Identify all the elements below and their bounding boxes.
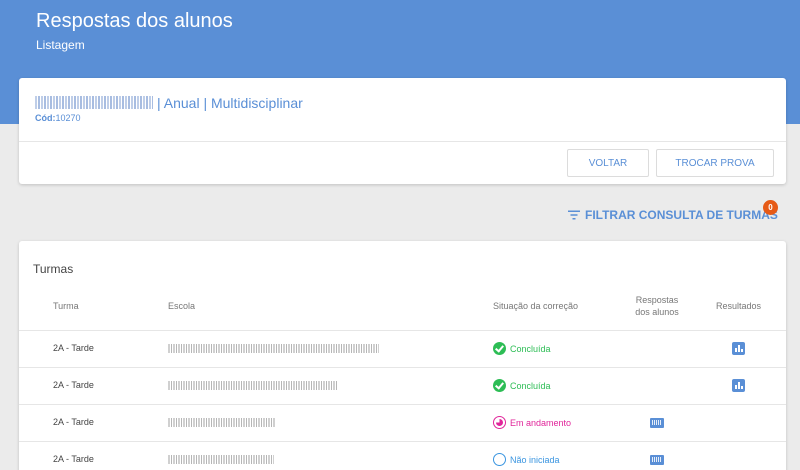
column-header-escola: Escola — [168, 301, 196, 311]
turma-cell: 2A - Tarde — [53, 454, 94, 464]
redacted-exam-title — [35, 96, 153, 109]
keyboard-icon[interactable] — [650, 418, 664, 428]
turma-cell: 2A - Tarde — [53, 380, 94, 390]
filter-list-icon — [568, 210, 580, 220]
column-header-situacao: Situação da correção — [493, 301, 579, 311]
table-row[interactable]: 2A - Tarde Não iniciada — [19, 441, 786, 470]
turma-cell: 2A - Tarde — [53, 417, 94, 427]
column-header-respostas-line2: dos alunos — [635, 307, 679, 317]
redacted-school-name — [168, 344, 379, 353]
filter-label: FILTRAR CONSULTA DE TURMAS — [585, 208, 778, 222]
page-title: Respostas dos alunos — [36, 10, 233, 32]
column-header-resultados: Resultados — [716, 301, 762, 311]
back-button[interactable]: VOLTAR — [567, 149, 649, 177]
status-cell: Concluída — [493, 342, 551, 355]
card-divider — [19, 141, 786, 142]
table-row[interactable]: 2A - Tarde Concluída — [19, 330, 786, 367]
turma-cell: 2A - Tarde — [53, 343, 94, 353]
status-label: Concluída — [510, 343, 551, 354]
exam-code: Cód:10270 — [35, 113, 81, 123]
exam-info-card: | Anual | Multidisciplinar Cód:10270 VOL… — [19, 78, 786, 184]
classes-card: Turmas Turma Escola Situação da correção… — [19, 241, 786, 470]
status-cell: Não iniciada — [493, 453, 560, 466]
status-label: Não iniciada — [510, 454, 560, 465]
bar-chart-icon[interactable] — [732, 342, 745, 355]
status-label: Em andamento — [510, 417, 572, 428]
filter-classes-button[interactable]: FILTRAR CONSULTA DE TURMAS — [568, 207, 778, 223]
redacted-school-name — [168, 418, 276, 427]
column-header-turma: Turma — [53, 301, 79, 311]
status-label: Concluída — [510, 380, 551, 391]
status-cell: Concluída — [493, 379, 551, 392]
classes-title: Turmas — [33, 262, 74, 276]
progress-circle-icon — [493, 416, 506, 429]
check-circle-icon — [493, 379, 506, 392]
exam-code-label: Cód: — [35, 113, 56, 123]
empty-circle-icon — [493, 453, 506, 466]
table-row[interactable]: 2A - Tarde Concluída — [19, 367, 786, 404]
redacted-school-name — [168, 381, 338, 390]
keyboard-icon[interactable] — [650, 455, 664, 465]
status-cell: Em andamento — [493, 416, 571, 429]
redacted-school-name — [168, 455, 274, 464]
table-row[interactable]: 2A - Tarde Em andamento — [19, 404, 786, 441]
exam-name-suffix: | Anual | Multidisciplinar — [157, 95, 303, 111]
column-header-respostas-line1: Respostas — [635, 295, 679, 305]
page-subtitle: Listagem — [36, 38, 85, 52]
check-circle-icon — [493, 342, 506, 355]
change-exam-button[interactable]: TROCAR PROVA — [656, 149, 774, 177]
column-header-respostas: Respostas dos alunos — [625, 294, 689, 318]
bar-chart-icon[interactable] — [732, 379, 745, 392]
exam-name: | Anual | Multidisciplinar — [35, 95, 303, 111]
filter-count-badge: 0 — [763, 200, 778, 215]
exam-code-value: 10270 — [55, 113, 81, 123]
